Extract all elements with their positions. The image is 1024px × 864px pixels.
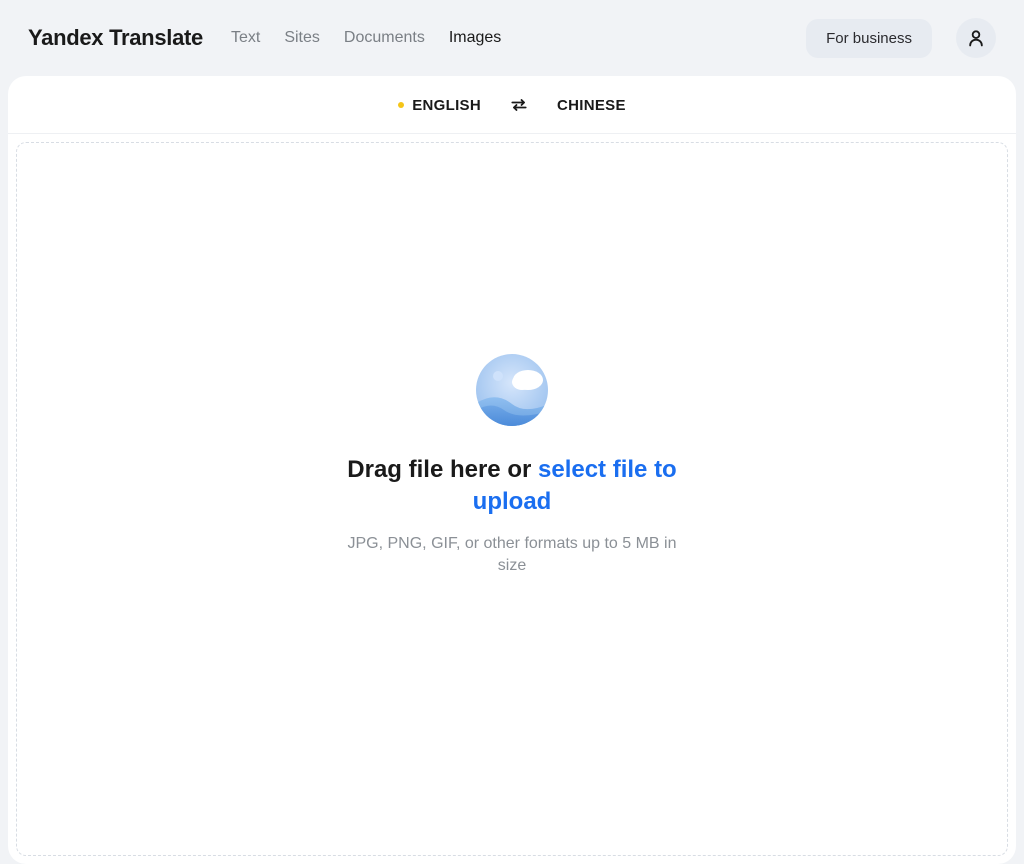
main-card: ENGLISH CHINESE	[8, 76, 1016, 864]
header: Yandex Translate Text Sites Documents Im…	[0, 0, 1024, 76]
tab-images[interactable]: Images	[449, 29, 501, 47]
file-hint: JPG, PNG, GIF, or other formats up to 5 …	[342, 533, 682, 578]
autodetect-dot-icon	[398, 102, 404, 108]
tab-documents[interactable]: Documents	[344, 29, 425, 47]
logo-brand: Yandex	[28, 25, 103, 50]
nav-tabs: Text Sites Documents Images	[231, 29, 501, 47]
drag-instruction: Drag file here or select file to upload	[322, 454, 702, 516]
swap-languages-button[interactable]	[509, 95, 529, 115]
app-logo[interactable]: Yandex Translate	[28, 25, 203, 51]
for-business-button[interactable]: For business	[806, 19, 932, 58]
target-language-selector[interactable]: CHINESE	[557, 97, 626, 114]
target-language-label: CHINESE	[557, 97, 626, 114]
dropzone-wrap: Drag file here or select file to upload …	[8, 134, 1016, 864]
tab-sites[interactable]: Sites	[284, 29, 320, 47]
source-language-selector[interactable]: ENGLISH	[398, 97, 481, 114]
avatar[interactable]	[956, 18, 996, 58]
dropzone[interactable]: Drag file here or select file to upload …	[16, 142, 1008, 856]
logo-product: Translate	[109, 25, 203, 50]
user-icon	[966, 28, 986, 48]
language-bar: ENGLISH CHINESE	[8, 76, 1016, 134]
tab-text[interactable]: Text	[231, 29, 260, 47]
drag-prefix: Drag file here or	[347, 456, 538, 483]
image-upload-icon	[472, 350, 552, 430]
swap-icon	[509, 95, 529, 115]
source-language-label: ENGLISH	[412, 97, 481, 114]
